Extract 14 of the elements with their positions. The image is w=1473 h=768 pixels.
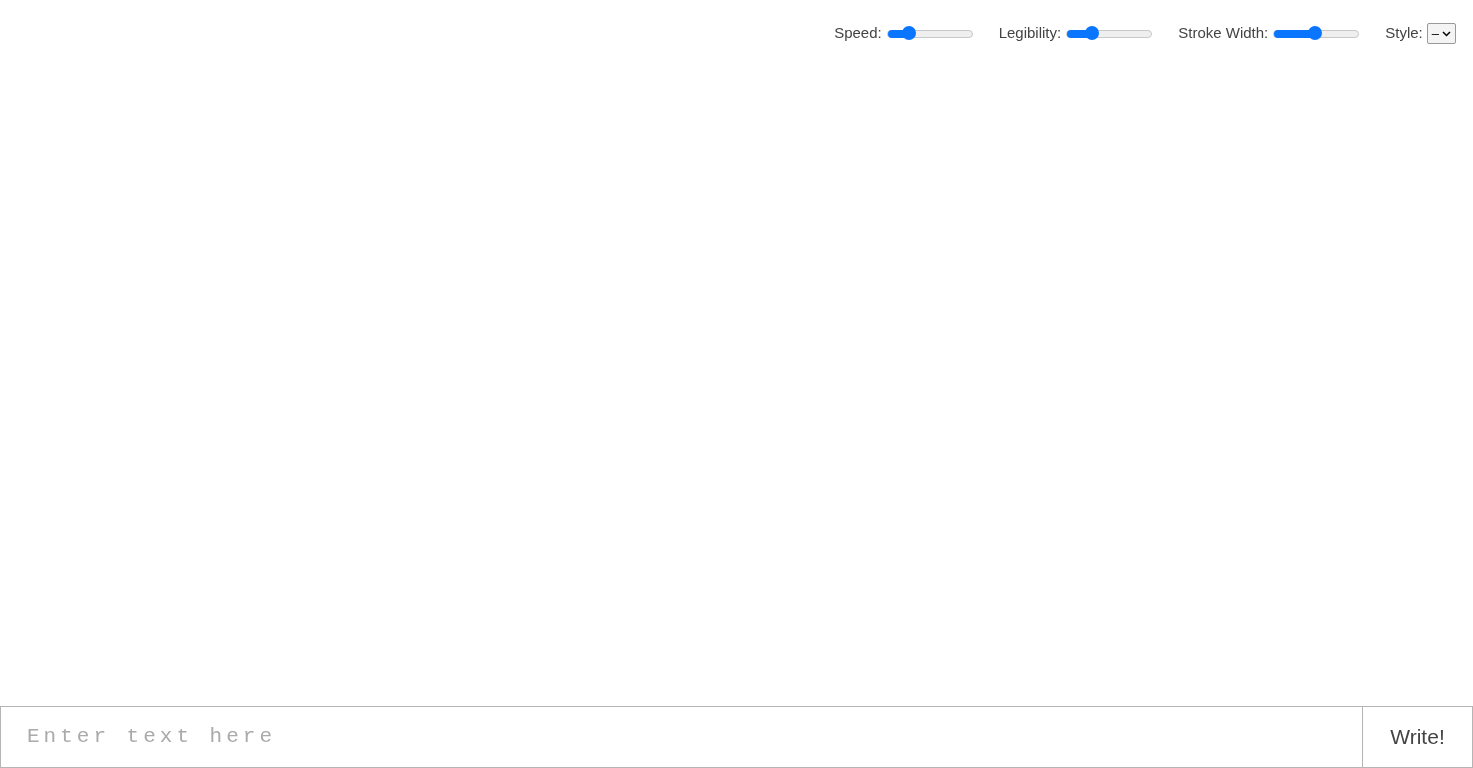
text-input-field[interactable]: Enter text here (0, 706, 1363, 768)
slider-track[interactable] (1066, 29, 1153, 38)
slider-label: Stroke Width: (1178, 23, 1269, 44)
slider-thumb[interactable] (1307, 25, 1322, 40)
write-button[interactable]: Write! (1363, 706, 1473, 768)
slider-thumb[interactable] (1084, 25, 1099, 40)
slider-label: Speed: (834, 23, 882, 44)
slider-track[interactable] (1273, 29, 1360, 38)
slider-track[interactable] (886, 29, 973, 38)
chevron-down-icon (1442, 30, 1451, 37)
style-dropdown[interactable]: – (1426, 23, 1456, 44)
slider-thumb[interactable] (901, 25, 916, 40)
style-label: Style: (1385, 23, 1423, 44)
slider-label: Legibility: (998, 23, 1062, 44)
